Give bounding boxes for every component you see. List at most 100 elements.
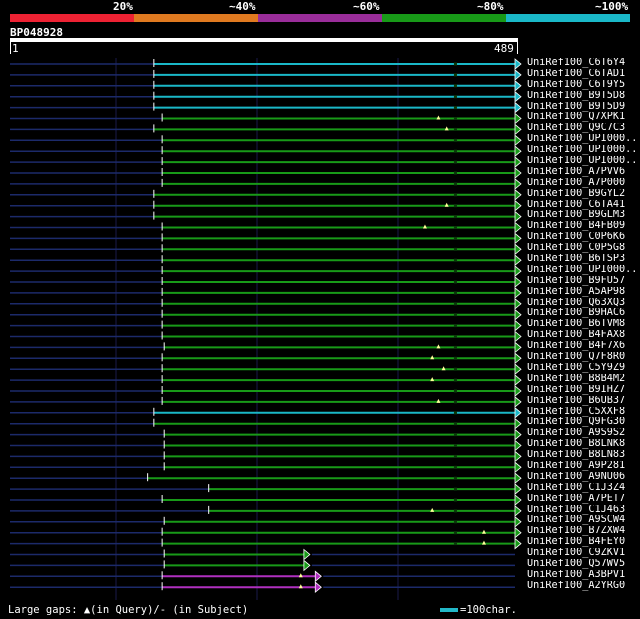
hit-name-label[interactable]: UniRef100_A7PVV6 bbox=[527, 167, 640, 178]
hit-name-label[interactable]: UniRef100_B6TSP3 bbox=[527, 254, 640, 265]
hit-name-label[interactable]: UniRef100_C5Y9Z9 bbox=[527, 363, 640, 374]
hit-name-label[interactable]: UniRef100_C0P6K6 bbox=[527, 232, 640, 243]
subject-gap-mark bbox=[453, 280, 457, 284]
hit-end-arrow bbox=[514, 319, 522, 332]
hit-name-label[interactable]: UniRef100_Q9FG30 bbox=[527, 417, 640, 428]
hit-name-label[interactable]: UniRef100_Q57WV5 bbox=[527, 559, 640, 570]
hit-end-arrow bbox=[514, 450, 522, 463]
hit-name-label[interactable]: UniRef100_UPI000.. bbox=[527, 156, 640, 167]
hit-name-label[interactable]: UniRef100_UPI000.. bbox=[527, 145, 640, 156]
subject-gap-mark bbox=[453, 182, 457, 186]
hit-name-label[interactable]: UniRef100_Q7F8R0 bbox=[527, 352, 640, 363]
hit-name-label[interactable]: UniRef100_Q63XQ3 bbox=[527, 298, 640, 309]
hit-end-arrow bbox=[514, 134, 522, 147]
hit-name-label[interactable]: UniRef100_C9ZKV1 bbox=[527, 548, 640, 559]
subject-gap-mark bbox=[453, 269, 457, 273]
hit-name-label[interactable]: UniRef100_B4FEY0 bbox=[527, 537, 640, 548]
hit-end-arrow bbox=[514, 276, 522, 288]
subject-gap-mark bbox=[453, 335, 457, 338]
hit-name-label[interactable]: UniRef100_B8LN83 bbox=[527, 450, 640, 461]
hit-end-arrow bbox=[514, 374, 522, 386]
hit-end-arrow bbox=[514, 287, 522, 299]
hit-name-label[interactable]: UniRef100_B8LNK8 bbox=[527, 439, 640, 450]
hit-name-label[interactable]: UniRef100_B6TVM8 bbox=[527, 319, 640, 330]
hit-name-label[interactable]: UniRef100_B7ZXW4 bbox=[527, 526, 640, 537]
hit-name-label[interactable]: UniRef100_B4FB09 bbox=[527, 221, 640, 232]
hit-name-label[interactable]: UniRef100_UPI000.. bbox=[527, 134, 640, 145]
hit-end-arrow bbox=[514, 428, 522, 441]
hit-name-label[interactable]: UniRef100_B9T5D8 bbox=[527, 91, 640, 102]
hit-name-label[interactable]: UniRef100_C6TA41 bbox=[527, 200, 640, 211]
subject-gap-mark bbox=[453, 356, 457, 360]
subject-gap-mark bbox=[453, 465, 457, 469]
hit-end-arrow bbox=[303, 559, 311, 572]
hit-end-arrow bbox=[514, 352, 522, 365]
hit-name-label[interactable]: UniRef100_B9IHZ7 bbox=[527, 385, 640, 396]
hit-end-arrow bbox=[514, 417, 522, 430]
subject-gap-mark bbox=[453, 62, 457, 66]
subject-gap-mark bbox=[453, 411, 457, 415]
hit-end-arrow bbox=[514, 265, 522, 277]
hit-name-label[interactable]: UniRef100_A9P281 bbox=[527, 461, 640, 472]
hit-name-label[interactable]: UniRef100_A7PET7 bbox=[527, 494, 640, 505]
hit-end-arrow bbox=[514, 461, 522, 474]
hit-name-label[interactable]: UniRef100_A9SCW4 bbox=[527, 515, 640, 526]
hit-end-arrow bbox=[514, 145, 522, 158]
hit-end-arrow bbox=[514, 396, 522, 408]
hit-name-label[interactable]: UniRef100_C1J3Z4 bbox=[527, 483, 640, 494]
subject-gap-mark bbox=[453, 117, 457, 120]
hit-end-arrow bbox=[314, 570, 322, 583]
hit-name-label[interactable]: UniRef100_UPI000.. bbox=[527, 265, 640, 276]
subject-gap-mark bbox=[453, 324, 457, 328]
hit-end-arrow bbox=[514, 58, 522, 70]
subject-gap-mark bbox=[453, 171, 457, 175]
hit-end-arrow bbox=[514, 406, 522, 419]
hit-end-arrow bbox=[514, 330, 522, 343]
hit-name-label[interactable]: UniRef100_Q9C7C3 bbox=[527, 123, 640, 134]
subject-gap-mark bbox=[453, 226, 457, 229]
hit-end-arrow bbox=[514, 69, 522, 81]
hit-name-label[interactable]: UniRef100_C0P5G8 bbox=[527, 243, 640, 254]
hit-name-label[interactable]: UniRef100_B6UB37 bbox=[527, 396, 640, 407]
subject-gap-mark bbox=[453, 422, 457, 426]
subject-gap-mark bbox=[453, 498, 457, 502]
hit-name-label[interactable]: UniRef100_A5AP98 bbox=[527, 287, 640, 298]
hit-name-label[interactable]: UniRef100_A3BPV1 bbox=[527, 570, 640, 581]
hit-name-label[interactable]: UniRef100_A7P000 bbox=[527, 178, 640, 189]
hit-name-label[interactable]: UniRef100_C6TAD1 bbox=[527, 69, 640, 80]
hit-end-arrow bbox=[514, 221, 522, 234]
hit-name-label[interactable]: UniRef100_B9HAC6 bbox=[527, 308, 640, 319]
hit-name-label[interactable]: UniRef100_C6T9Y5 bbox=[527, 80, 640, 91]
hit-end-arrow bbox=[514, 505, 522, 517]
hit-end-arrow bbox=[514, 199, 522, 212]
hit-name-label[interactable]: UniRef100_Q7XPK1 bbox=[527, 112, 640, 123]
hit-name-label[interactable]: UniRef100_B9T5D9 bbox=[527, 102, 640, 113]
hit-end-arrow bbox=[514, 483, 522, 495]
hit-end-arrow bbox=[514, 297, 522, 310]
hit-name-label[interactable]: UniRef100_C6T6Y4 bbox=[527, 58, 640, 69]
subject-gap-mark bbox=[453, 476, 457, 480]
subject-gap-mark bbox=[453, 236, 457, 240]
hit-name-label[interactable]: UniRef100_A2YRG0 bbox=[527, 581, 640, 592]
hit-name-label[interactable]: UniRef100_B4FAX8 bbox=[527, 330, 640, 341]
hit-name-label[interactable]: UniRef100_C1J463 bbox=[527, 505, 640, 516]
hit-end-arrow bbox=[514, 494, 522, 506]
hit-end-arrow bbox=[514, 439, 522, 452]
hit-name-label[interactable]: UniRef100_B9GYL2 bbox=[527, 189, 640, 200]
subject-gap-mark bbox=[453, 400, 457, 404]
hit-name-label[interactable]: UniRef100_B9FU57 bbox=[527, 276, 640, 287]
hit-name-label[interactable]: UniRef100_B4F7X6 bbox=[527, 341, 640, 352]
hit-name-label[interactable]: UniRef100_B8B4M2 bbox=[527, 374, 640, 385]
subject-gap-mark bbox=[453, 127, 457, 131]
hit-name-label[interactable]: UniRef100_A9S9S2 bbox=[527, 428, 640, 439]
hit-end-arrow bbox=[303, 548, 311, 561]
subject-gap-mark bbox=[453, 291, 457, 295]
hit-name-label[interactable]: UniRef100_C5XXF8 bbox=[527, 407, 640, 418]
hit-name-label[interactable]: UniRef100_A9NU06 bbox=[527, 472, 640, 483]
hit-end-arrow bbox=[514, 188, 522, 201]
hit-end-arrow bbox=[514, 341, 522, 354]
subject-gap-mark bbox=[453, 215, 457, 219]
hit-name-label[interactable]: UniRef100_B9GLM3 bbox=[527, 210, 640, 221]
subject-gap-mark bbox=[453, 531, 457, 535]
subject-gap-mark bbox=[453, 542, 457, 546]
